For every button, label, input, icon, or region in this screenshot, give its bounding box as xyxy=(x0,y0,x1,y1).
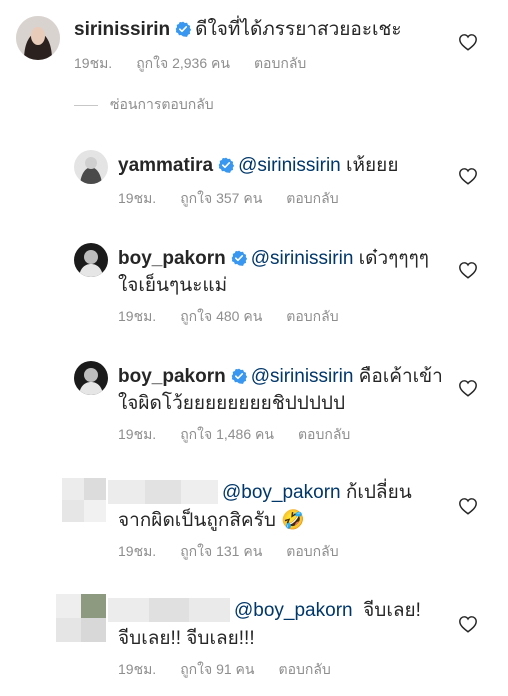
comment-text: เด๋วๆๆๆๆ xyxy=(358,248,429,269)
comment-text-continued: ใจเย็นๆนะแม่ xyxy=(118,275,228,296)
reply-button[interactable]: ตอบกลับ xyxy=(286,308,338,324)
avatar-image xyxy=(16,16,60,60)
likes-count[interactable]: ถูกใจ 357 คน xyxy=(180,190,262,206)
timestamp[interactable]: 19ชม. xyxy=(118,426,156,442)
avatar[interactable] xyxy=(16,16,60,60)
likes-count[interactable]: ถูกใจ 131 คน xyxy=(180,543,262,559)
timestamp[interactable]: 19ชม. xyxy=(118,190,156,206)
like-heart-icon[interactable] xyxy=(458,33,478,51)
reply-button[interactable]: ตอบกลับ xyxy=(278,661,330,677)
comment-text: ก้เปลี่ยน xyxy=(345,482,412,503)
comment-text-line: boy_pakorn @sirinissirin เด๋วๆๆๆๆ xyxy=(118,246,429,272)
comment-text: เห้ยยย xyxy=(346,155,399,176)
comment-text-line-2: จีบเลย!! จีบเลย!!! xyxy=(118,626,255,652)
comment-text: จีบเลย! xyxy=(363,600,421,621)
reply-5: @boy_pakorn ก้เปลี่ยน จากผิดเป็นถูกสิครั… xyxy=(0,472,508,572)
comment-text-line: @boy_pakorn จีบเลย! xyxy=(234,598,421,624)
like-heart-icon[interactable] xyxy=(458,497,478,515)
mention-link[interactable]: @sirinissirin xyxy=(251,248,354,269)
mention-link[interactable]: @sirinissirin xyxy=(238,155,341,176)
likes-count[interactable]: ถูกใจ 2,936 คน xyxy=(136,55,230,71)
blurred-username xyxy=(108,480,218,504)
comment-text-continued: จีบเลย!! จีบเลย!!! xyxy=(118,628,255,649)
reply-2: yammatira @sirinissirin เห้ยยย 19ชม. ถูกใจ… xyxy=(0,140,508,210)
like-heart-icon[interactable] xyxy=(458,167,478,185)
timestamp[interactable]: 19ชม. xyxy=(118,543,156,559)
hide-replies-label: ซ่อนการตอบกลับ xyxy=(110,96,214,112)
reply-button[interactable]: ตอบกลับ xyxy=(286,543,338,559)
avatar-image xyxy=(74,361,108,395)
comment-text-line-2: ใจผิดโว้ยยยยยยยยชิปปปปป xyxy=(118,391,345,417)
comment-text-line-2: จากผิดเป็นถูกสิครับ 🤣 xyxy=(118,508,305,534)
avatar[interactable] xyxy=(74,243,108,277)
reply-4: boy_pakorn @sirinissirin คือเค้าเข้า ใจผิ… xyxy=(0,354,508,454)
likes-count[interactable]: ถูกใจ 91 คน xyxy=(180,661,254,677)
comment-text-line: sirinissirin ดีใจที่ได้ภรรยาสวยอะเชะ xyxy=(74,17,402,43)
avatar[interactable] xyxy=(74,150,108,184)
avatar-image xyxy=(74,243,108,277)
blurred-avatar xyxy=(56,594,106,642)
reply-6: @boy_pakorn จีบเลย! จีบเลย!! จีบเลย!!! 1… xyxy=(0,590,508,690)
reply-button[interactable]: ตอบกลับ xyxy=(298,426,350,442)
comment-meta: 19ชม. ถูกใจ 480 คน ตอบกลับ xyxy=(118,306,363,328)
timestamp[interactable]: 19ชม. xyxy=(118,661,156,677)
verified-badge-icon xyxy=(218,157,234,173)
verified-badge-icon xyxy=(231,368,247,384)
divider xyxy=(74,104,98,106)
avatar[interactable] xyxy=(74,361,108,395)
reply-button[interactable]: ตอบกลับ xyxy=(254,55,306,71)
timestamp[interactable]: 19ชม. xyxy=(118,308,156,324)
verified-badge-icon xyxy=(175,21,191,37)
username[interactable]: sirinissirin xyxy=(74,19,170,40)
username[interactable]: boy_pakorn xyxy=(118,366,226,387)
like-heart-icon[interactable] xyxy=(458,379,478,397)
like-heart-icon[interactable] xyxy=(458,615,478,633)
reply-3: boy_pakorn @sirinissirin เด๋วๆๆๆๆ ใจเย็นๆ… xyxy=(0,236,508,336)
mention-link[interactable]: @sirinissirin xyxy=(251,366,354,387)
timestamp[interactable]: 19ชม. xyxy=(74,55,112,71)
comment-text-continued: จากผิดเป็นถูกสิครับ 🤣 xyxy=(118,510,305,531)
comment-text-line: boy_pakorn @sirinissirin คือเค้าเข้า xyxy=(118,364,443,390)
comment-1: sirinissirin ดีใจที่ได้ภรรยาสวยอะเชะ 19ชม… xyxy=(0,0,508,90)
comment-meta: 19ชม. ถูกใจ 131 คน ตอบกลับ xyxy=(118,541,363,563)
reply-button[interactable]: ตอบกลับ xyxy=(286,190,338,206)
username[interactable]: boy_pakorn xyxy=(118,248,226,269)
comment-meta: 19ชม. ถูกใจ 2,936 คน ตอบกลับ xyxy=(74,53,330,75)
comment-text: คือเค้าเข้า xyxy=(358,366,443,387)
comment-text-continued: ใจผิดโว้ยยยยยยยยชิปปปปป xyxy=(118,393,346,414)
comment-text-line: @boy_pakorn ก้เปลี่ยน xyxy=(222,480,412,506)
comment-text-line: yammatira @sirinissirin เห้ยยย xyxy=(118,153,398,179)
avatar-image xyxy=(74,150,108,184)
comment-text: ดีใจที่ได้ภรรยาสวยอะเชะ xyxy=(195,19,402,40)
mention-link[interactable]: @boy_pakorn xyxy=(222,482,341,503)
likes-count[interactable]: ถูกใจ 480 คน xyxy=(180,308,262,324)
comment-meta: 19ชม. ถูกใจ 357 คน ตอบกลับ xyxy=(118,188,363,210)
likes-count[interactable]: ถูกใจ 1,486 คน xyxy=(180,426,274,442)
comment-meta: 19ชม. ถูกใจ 1,486 คน ตอบกลับ xyxy=(118,424,374,446)
mention-link[interactable]: @boy_pakorn xyxy=(234,600,353,621)
like-heart-icon[interactable] xyxy=(458,261,478,279)
blurred-avatar xyxy=(62,478,106,522)
comment-meta: 19ชม. ถูกใจ 91 คน ตอบกลับ xyxy=(118,659,355,681)
verified-badge-icon xyxy=(231,250,247,266)
username[interactable]: yammatira xyxy=(118,155,213,176)
comment-text-line-2: ใจเย็นๆนะแม่ xyxy=(118,273,227,299)
hide-replies-toggle[interactable]: ซ่อนการตอบกลับ xyxy=(74,94,214,116)
blurred-username xyxy=(108,598,230,622)
